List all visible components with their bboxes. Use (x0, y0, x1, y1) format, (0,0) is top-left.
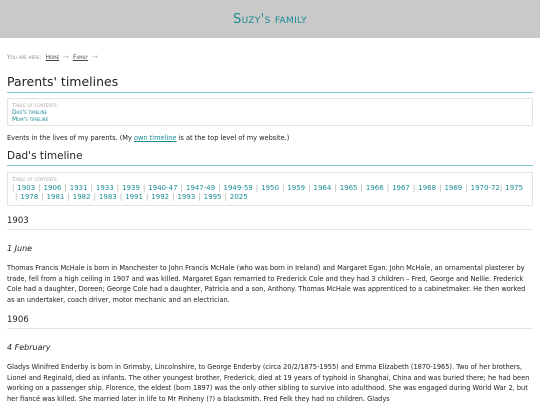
year-separator: | (119, 193, 123, 201)
year-separator: | (386, 184, 390, 192)
year-separator: | (180, 184, 183, 192)
own-timeline-link[interactable]: own timeline (134, 134, 177, 142)
year-link[interactable]: 1978 (20, 193, 38, 202)
year-link[interactable]: 1982 (73, 193, 91, 202)
entry-text: Gladys Winifred Enderby is born in Grims… (7, 363, 530, 403)
year-separator: | (412, 184, 416, 192)
breadcrumb-family-link[interactable]: Family (73, 54, 88, 61)
main-content: You are here: Home → Family → Parents' t… (0, 53, 540, 404)
year-table-of-contents: Table of contents: | 1903 | 1906 | 1931 | 1933 |… (7, 172, 533, 206)
year-link[interactable]: 1939 (122, 184, 140, 193)
breadcrumb-prefix: You are here: (7, 53, 42, 61)
year-separator: | (142, 184, 146, 192)
year-link[interactable]: 1964 (314, 184, 332, 193)
toc-links: Dad's timeline Mum's timeline (12, 109, 528, 123)
dads-timeline-heading: Dad's timeline (7, 150, 533, 166)
breadcrumb-arrow-icon: → (91, 53, 98, 61)
year-link[interactable]: 1968 (418, 184, 436, 193)
intro-before: Events in the lives of my parents. (My (7, 134, 134, 142)
year-link[interactable]: 1970-72 (471, 184, 500, 193)
year-separator: | (308, 184, 311, 192)
year-link[interactable]: 1906 (44, 184, 62, 193)
year-link[interactable]: 1969 (444, 184, 462, 193)
intro-text: Events in the lives of my parents. (My o… (7, 134, 533, 142)
site-title[interactable]: Suzy's family (233, 12, 307, 27)
year-link[interactable]: 1965 (340, 184, 358, 193)
year-separator: | (38, 184, 41, 192)
year-link[interactable]: 1903 (17, 184, 35, 193)
year-separator: | (439, 184, 442, 192)
year-link[interactable]: 1949-59 (224, 184, 253, 193)
year-link[interactable]: 1981 (47, 193, 65, 202)
year-separator: | (224, 193, 227, 201)
year-separator: | (360, 184, 363, 192)
year-separator: | (172, 193, 175, 201)
year-heading: 1903 (7, 216, 533, 230)
year-link[interactable]: 1983 (99, 193, 117, 202)
entry-text: Thomas Francis McHale is born in Manches… (7, 264, 526, 304)
year-separator: | (334, 184, 337, 192)
year-separator: | (67, 193, 70, 201)
year-link[interactable]: 1933 (96, 184, 114, 193)
intro-after: is at the top level of my website.) (176, 134, 290, 142)
entry-date: 1 June (7, 244, 33, 253)
year-link[interactable]: 1940-47 (148, 184, 177, 193)
year-link[interactable]: 2025 (230, 193, 248, 202)
year-link[interactable]: 1995 (204, 193, 222, 202)
year-toc-label: Table of contents: (12, 177, 59, 183)
entry-date: 4 February (7, 343, 51, 352)
breadcrumb: You are here: Home → Family → (7, 53, 533, 61)
year-link[interactable]: 1959 (287, 184, 305, 193)
year-link[interactable]: 1950 (261, 184, 279, 193)
breadcrumb-home-link[interactable]: Home (45, 54, 59, 61)
toc-link-mums-timeline[interactable]: Mum's timeline (12, 116, 528, 123)
year-separator: | (255, 184, 259, 192)
year-link[interactable]: 1991 (125, 193, 143, 202)
year-heading: 1906 (7, 315, 533, 329)
year-link[interactable]: 1967 (392, 184, 410, 193)
year-separator: | (198, 193, 201, 201)
year-link[interactable]: 1993 (177, 193, 195, 202)
year-separator: | (465, 184, 468, 192)
year-link[interactable]: 1992 (151, 193, 169, 202)
year-separator: | (15, 193, 18, 201)
year-link[interactable]: 1975 (505, 184, 523, 193)
page-title: Parents' timelines (7, 74, 533, 93)
breadcrumb-arrow-icon: → (63, 53, 69, 61)
year-separator: | (218, 184, 221, 192)
year-separator: | (64, 184, 67, 192)
year-separator: | (145, 193, 149, 201)
year-separator: | (41, 193, 44, 201)
year-separator: | (90, 184, 93, 192)
year-separator: | (281, 184, 285, 192)
year-link[interactable]: 1947-49 (186, 184, 215, 193)
year-links: | 1903 | 1906 | 1931 | 1933 | 1939 | 1940-47 | 1947-4… (12, 184, 528, 202)
year-link[interactable]: 1966 (366, 184, 384, 193)
toc-link-dads-timeline[interactable]: Dad's timeline (12, 109, 528, 116)
year-link[interactable]: 1931 (70, 184, 88, 193)
table-of-contents: Table of contents: Dad's timeline Mum's … (7, 98, 533, 126)
timeline-entries: 1903 1 June Thomas Francis McHale is born … (7, 216, 533, 404)
year-separator: | (93, 193, 96, 201)
site-header: Suzy's family (0, 0, 540, 38)
year-separator: | (116, 184, 120, 192)
